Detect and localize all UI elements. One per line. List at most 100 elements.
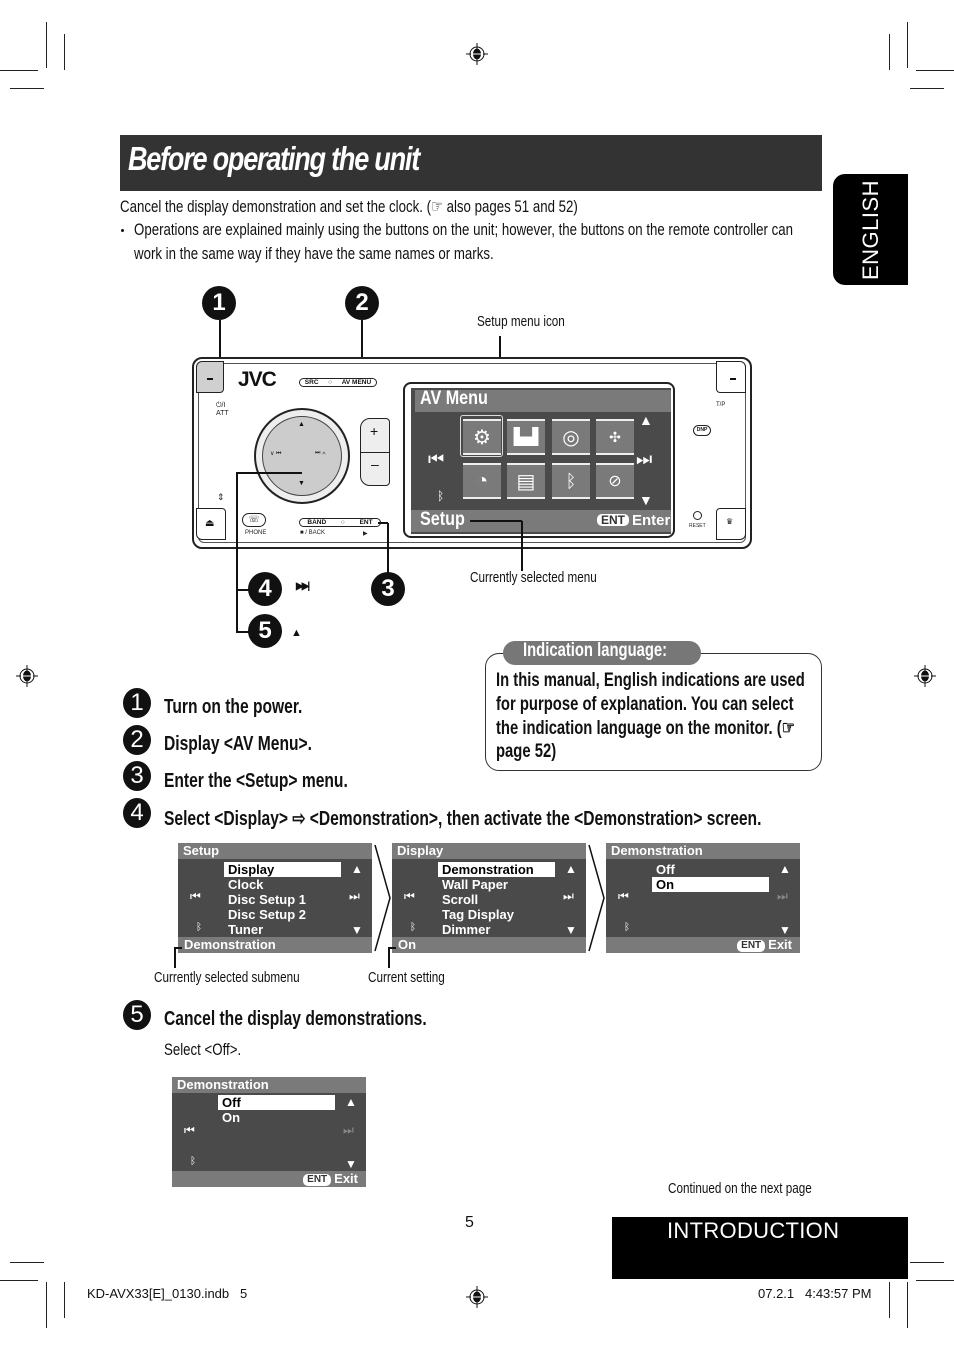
tp-label: T/P (716, 402, 726, 408)
bluetooth-icon[interactable]: ᛒ (552, 463, 590, 499)
band-label: BAND (307, 519, 327, 526)
callout-line (174, 947, 182, 949)
tuner-disc-icon[interactable]: ⊘ (596, 463, 634, 499)
language-tab-label: ENGLISH (857, 179, 883, 280)
dial-right-label: ⏭ ∧ (315, 450, 326, 456)
menu-item[interactable]: Tuner (228, 922, 263, 937)
menu-item-selected[interactable]: Off (218, 1095, 335, 1110)
down-arrow-icon[interactable]: ▼ (351, 923, 363, 937)
play-label: ▶ (363, 531, 368, 537)
page-number: 5 (465, 1214, 474, 1231)
crop-mark (889, 34, 890, 70)
menu-item[interactable]: Clock (228, 877, 263, 892)
src-label: SRC (304, 379, 319, 386)
enter-label: Enter (632, 512, 671, 529)
menu-item[interactable]: Disc Setup 2 (228, 907, 306, 922)
screen-prev-icon[interactable]: ⏮ (428, 449, 444, 470)
up-arrow-icon[interactable]: ▲ (351, 862, 363, 876)
step-text-2: Display <AV Menu>. (164, 733, 312, 755)
dnp-button[interactable]: DNP (693, 425, 711, 436)
ent-badge: ENT (597, 514, 629, 526)
menu-item-selected[interactable]: Display (224, 862, 341, 877)
prev-icon[interactable]: ⏮ (190, 889, 201, 904)
crop-mark (916, 1280, 954, 1281)
up-arrow-icon[interactable]: ▲ (565, 862, 577, 876)
exit-label[interactable]: Exit (334, 1171, 358, 1186)
surround-icon[interactable]: ✣ (596, 419, 634, 455)
setup-gears-icon[interactable]: ⚙ (463, 419, 501, 455)
menu-item[interactable]: Off (656, 862, 675, 877)
menu-item[interactable]: Tag Display (442, 907, 514, 922)
menu-item[interactable]: Wall Paper (442, 877, 508, 892)
callout-number-5: 5 (248, 614, 282, 648)
volume-up-label: + (370, 423, 379, 439)
document-icon[interactable]: ▤ (507, 463, 545, 499)
volume-down-label: – (371, 456, 379, 472)
next-icon[interactable]: ⏭ (563, 889, 574, 904)
dial-clock-icon[interactable]: ◔ (463, 463, 501, 499)
brand-logo: JVC (238, 368, 277, 391)
bluetooth-icon: ᛒ (196, 922, 202, 933)
speaker-icon[interactable]: ◎ (552, 419, 590, 455)
currently-selected-menu-label: Currently selected menu (470, 569, 597, 586)
volume-rocker[interactable]: + – (360, 418, 390, 486)
dial-down-arrow-icon: ▼ (298, 480, 305, 487)
eject-icon: ⏏ (205, 518, 215, 529)
screen-down-icon[interactable]: ▼ (639, 492, 653, 508)
menu-item-selected[interactable]: On (652, 877, 769, 892)
callout-number-4: 4 (248, 572, 282, 606)
prev-icon[interactable]: ⏮ (184, 1123, 195, 1138)
down-arrow-icon[interactable]: ▼ (345, 1157, 357, 1171)
prev-icon[interactable]: ⏮ (618, 889, 629, 904)
right-top-button[interactable] (716, 361, 746, 393)
setup-menu-icon-label: Setup menu icon (477, 313, 565, 330)
callout-line (387, 523, 389, 573)
phone-button[interactable]: ☏ (242, 513, 266, 527)
bullet-text-line-2: work in the same way if they have the sa… (134, 244, 494, 263)
up-arrow-icon[interactable]: ▲ (779, 862, 791, 876)
ent-label: ENT (359, 519, 373, 526)
crop-mark (916, 70, 954, 71)
page-title: Before operating the unit (128, 140, 420, 177)
next-icon[interactable]: ⏭ (349, 889, 360, 904)
menu-item[interactable]: Disc Setup 1 (228, 892, 306, 907)
bluetooth-icon: ᛒ (190, 1156, 196, 1167)
equalizer-icon[interactable]: ▙▟ (507, 419, 545, 455)
menu-item-selected[interactable]: Demonstration (438, 862, 555, 877)
screen-next-icon[interactable]: ⏭ (636, 449, 652, 470)
reset-label: RESET (689, 523, 706, 529)
reset-button[interactable] (693, 511, 702, 520)
screen-up-icon[interactable]: ▲ (639, 412, 653, 428)
down-arrow-icon[interactable]: ▼ (565, 923, 577, 937)
tilt-icon: ⇕ (217, 492, 225, 502)
prev-icon[interactable]: ⏮ (404, 889, 415, 904)
exit-label[interactable]: Exit (768, 937, 792, 952)
setup-screen: Setup Display Clock Disc Setup 1 Disc Se… (178, 843, 372, 953)
menu-item[interactable]: Scroll (442, 892, 478, 907)
callout-line (378, 522, 388, 524)
src-av-menu-button[interactable]: SRC ○ AV MENU (299, 378, 377, 387)
indication-text-line: page 52) (496, 741, 557, 762)
menu-item[interactable]: Dimmer (442, 922, 490, 937)
av-menu-title: AV Menu (420, 388, 488, 409)
up-arrow-icon[interactable]: ▲ (345, 1095, 357, 1109)
eject-button[interactable]: ⏏ (196, 508, 226, 540)
down-arrow-icon[interactable]: ▼ (779, 923, 791, 937)
currently-selected-submenu-label: Currently selected submenu (154, 969, 300, 986)
demonstration-off-screen: Demonstration Off On ⏮ ⏭ ▲ ▼ ᛒ ENT Exit (172, 1077, 366, 1187)
crop-mark (0, 1280, 38, 1281)
right-bottom-button[interactable]: ♛ (716, 508, 746, 540)
crop-mark (889, 1282, 890, 1318)
display-screen: Display Demonstration Wall Paper Scroll … (392, 843, 586, 953)
callout-number-1: 1 (202, 286, 236, 320)
step-number-4: 4 (123, 798, 151, 828)
registration-mark-icon (466, 43, 488, 65)
band-ent-button[interactable]: BAND ○ ENT (299, 518, 381, 527)
next-icon: ⏭ (343, 1123, 354, 1137)
bluetooth-icon: ᛒ (410, 922, 416, 933)
ent-badge: ENT (737, 940, 766, 952)
left-top-button[interactable] (196, 361, 224, 393)
callout-line (470, 520, 522, 522)
menu-item[interactable]: On (222, 1110, 240, 1125)
phone-label: PHONE (245, 530, 267, 536)
